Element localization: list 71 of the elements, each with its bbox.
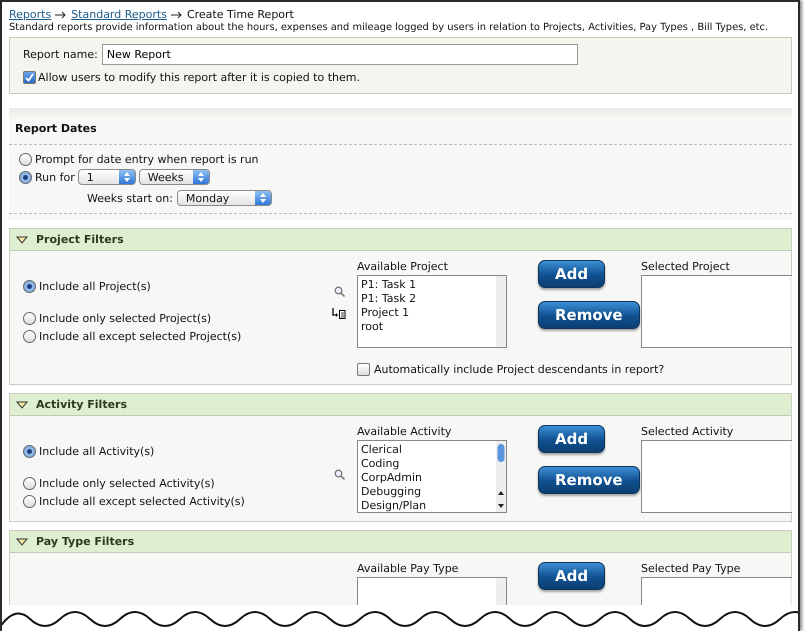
triangle-down-icon[interactable]	[16, 400, 28, 408]
up-down-arrows-icon	[124, 172, 130, 182]
radio-button[interactable]	[23, 280, 36, 293]
add-button[interactable]: Add	[538, 260, 606, 288]
scrollbar-drawing[interactable]	[496, 276, 506, 347]
search-icon[interactable]	[334, 286, 344, 297]
list-box[interactable]	[641, 440, 792, 513]
field-label: Weeks start on:	[87, 192, 173, 204]
field-label: Report name:	[23, 48, 98, 61]
list-item[interactable]: root	[361, 320, 493, 334]
report-name-field[interactable]: New Report	[102, 44, 578, 65]
radio-button[interactable]	[19, 153, 32, 166]
radio-button[interactable]	[23, 445, 36, 458]
option-label: Include all Project(s)	[39, 280, 151, 293]
dropdown[interactable]: Weeks	[138, 169, 210, 185]
list-label: Available Pay Type	[357, 562, 460, 575]
list-box[interactable]: P1: Task 1 P1: Task 2 Project 1 root	[357, 275, 507, 348]
add-button[interactable]: Add	[538, 425, 606, 453]
checkbox[interactable]	[23, 71, 36, 84]
breadcrumb-link[interactable]: Standard Reports	[71, 8, 167, 21]
arrow-icon	[55, 10, 68, 18]
section-title: Pay Type Filters	[36, 535, 134, 548]
list-item[interactable]: Clerical	[361, 443, 493, 457]
option-label: Run for	[35, 170, 75, 184]
up-down-arrows-icon	[260, 193, 266, 203]
list-label: Available Activity	[357, 425, 452, 438]
list-item[interactable]: Coding	[361, 457, 493, 471]
option-label: Include all Activity(s)	[39, 445, 154, 458]
list-item[interactable]: CorpAdmin	[361, 471, 493, 485]
breadcrumb-current: Create Time Report	[186, 8, 294, 21]
breadcrumb-link[interactable]: Reports	[9, 8, 52, 21]
list-item[interactable]: Debugging	[361, 485, 493, 499]
dropdown[interactable]: 1	[78, 169, 136, 185]
add-button[interactable]: Add	[538, 562, 606, 590]
arrow-icon	[170, 10, 183, 18]
search-icon[interactable]	[334, 469, 344, 480]
remove-button[interactable]: Remove	[538, 301, 640, 329]
description-text: Standard reports provide information about the hours, expenses and mileage logged by users in relation to Projects, Activities, Pay Types , Bill Types, etc.	[9, 22, 768, 33]
triangle-down-icon[interactable]	[16, 538, 28, 546]
section-title: Report Dates	[14, 121, 98, 137]
list-box[interactable]	[641, 275, 792, 348]
list-label: Selected Project	[641, 260, 731, 273]
scrollbar-drawing[interactable]	[496, 441, 506, 512]
list-label: Available Project	[357, 260, 449, 273]
arrow-list-icon[interactable]	[332, 308, 346, 319]
option-label: Include all except selected Activity(s)	[39, 495, 245, 508]
option-label: Include only selected Activity(s)	[39, 477, 215, 490]
triangle-down-icon[interactable]	[16, 236, 28, 244]
list-label: Selected Pay Type	[641, 562, 742, 575]
radio-button[interactable]	[23, 477, 36, 490]
list-item[interactable]: Design/Plan	[361, 499, 493, 513]
list-label: Selected Activity	[641, 425, 734, 438]
remove-button[interactable]: Remove	[538, 466, 640, 494]
radio-button[interactable]	[23, 330, 36, 343]
radio-button[interactable]	[23, 495, 36, 508]
radio-button[interactable]	[23, 312, 36, 325]
list-item[interactable]: P1: Task 1	[361, 278, 493, 292]
section-title: Project Filters	[36, 233, 124, 246]
checkbox-label: Allow users to modify this report after it is copied to them.	[38, 71, 360, 84]
list-box[interactable]: Clerical Coding CorpAdmin Debugging Design/Plan	[357, 440, 507, 513]
option-label: Include all except selected Project(s)	[39, 330, 242, 343]
dropdown[interactable]: Monday	[176, 190, 272, 206]
checkbox-label: Automatically include Project descendants in report?	[374, 363, 664, 376]
radio-button[interactable]	[19, 170, 32, 184]
list-item[interactable]: Project 1	[361, 306, 493, 320]
checkbox[interactable]	[357, 363, 370, 376]
section-title: Activity Filters	[36, 398, 128, 411]
list-item[interactable]: P1: Task 2	[361, 292, 493, 306]
up-down-arrows-icon	[198, 172, 204, 182]
option-label: Include only selected Project(s)	[39, 312, 212, 325]
option-label: Prompt for date entry when report is run	[35, 153, 259, 166]
